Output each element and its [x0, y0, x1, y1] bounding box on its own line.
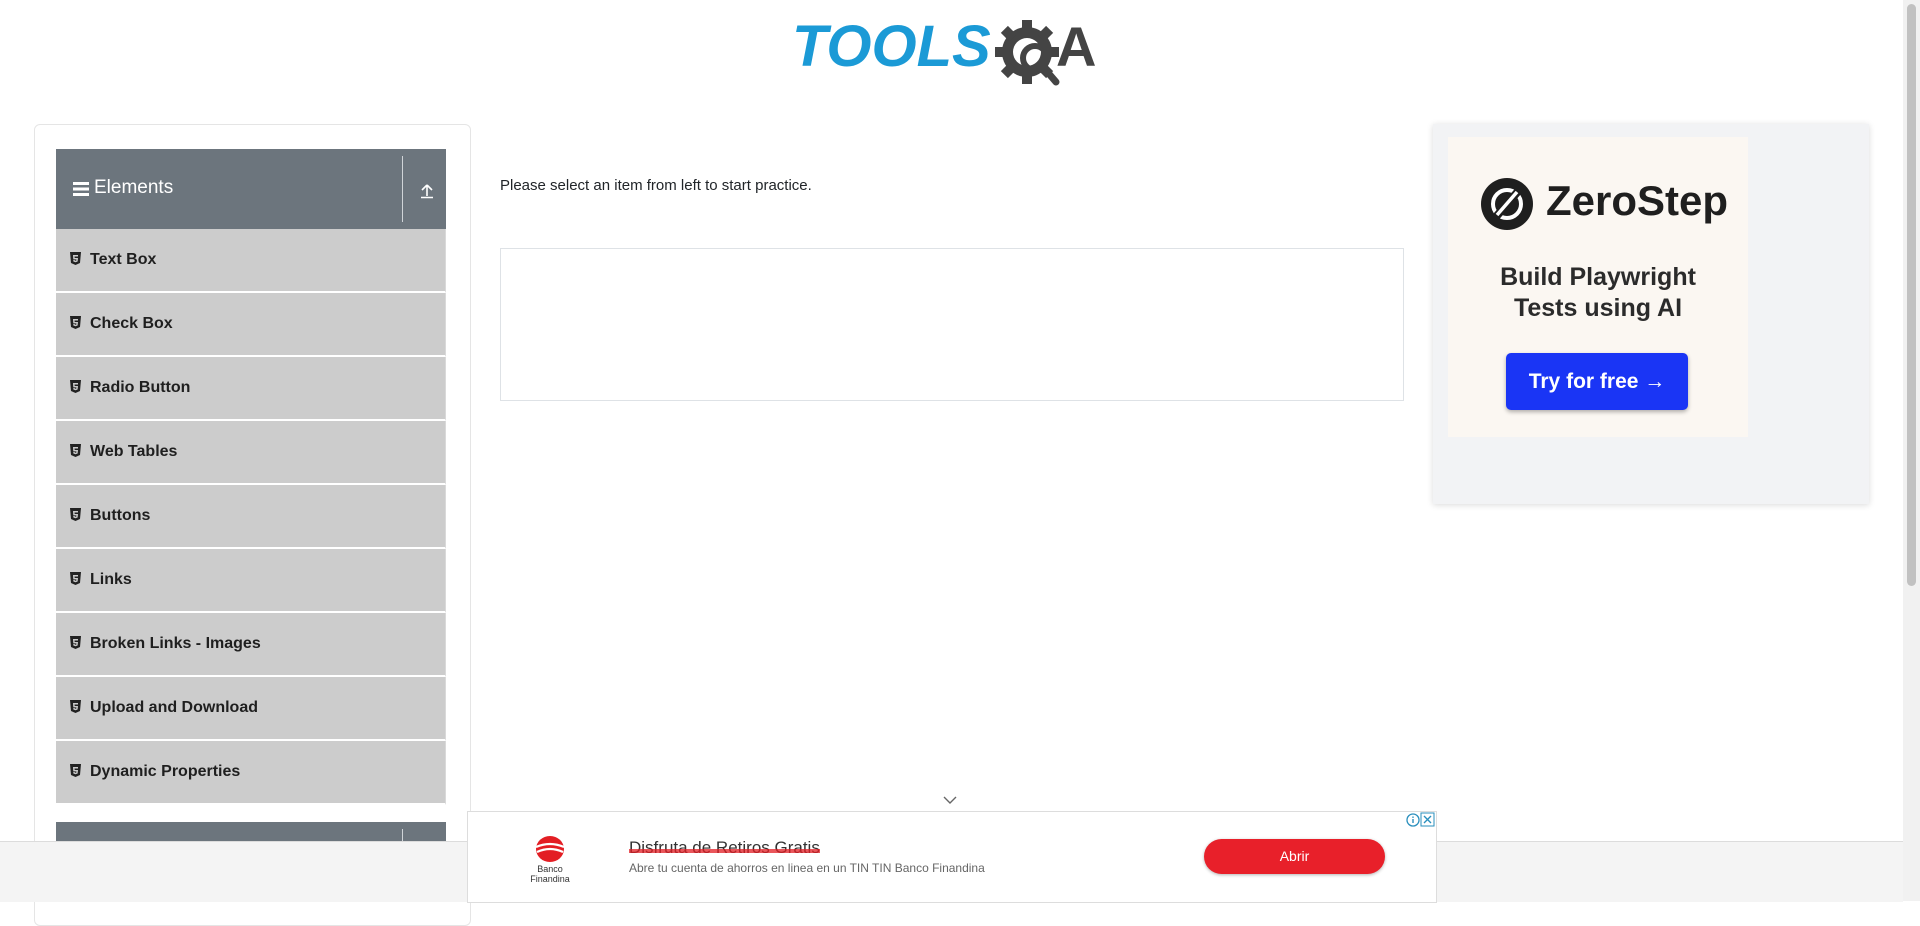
banco-finandina-logo-icon	[535, 836, 565, 862]
menu-item-label: Web Tables	[90, 443, 178, 460]
zerostep-tagline: Build Playwright Tests using AI	[1448, 262, 1748, 324]
menu-item-dynamic-properties[interactable]: Dynamic Properties	[56, 741, 446, 805]
html5-icon	[70, 444, 81, 457]
menu-item-radio-button[interactable]: Radio Button	[56, 357, 446, 421]
menu-item-text-box[interactable]: Text Box	[56, 229, 446, 293]
collapse-up-icon[interactable]	[419, 183, 435, 199]
info-icon	[1406, 813, 1420, 827]
bottom-ad-title: Disfruta de Retiros Gratis	[629, 838, 820, 858]
header-divider	[402, 156, 403, 222]
menu-item-upload-and-download[interactable]: Upload and Download	[56, 677, 446, 741]
try-for-free-button[interactable]: Try for free →	[1506, 353, 1688, 410]
scrollbar-thumb[interactable]	[1907, 4, 1916, 586]
menu-item-buttons[interactable]: Buttons	[56, 485, 446, 549]
html5-icon	[70, 252, 81, 265]
html5-icon	[70, 508, 81, 521]
html5-icon	[70, 636, 81, 649]
close-icon	[1420, 812, 1435, 827]
abrir-button[interactable]: Abrir	[1204, 839, 1385, 874]
zerostep-ad-card: ZeroStep Build Playwright Tests using AI…	[1448, 137, 1748, 437]
bottom-ad-title-text: Disfruta de Retiros Gratis	[629, 838, 820, 857]
left-panel: Elements Text Box Check Box Radio Button…	[34, 124, 471, 926]
practice-instruction: Please select an item from left to start…	[500, 177, 812, 194]
menu-item-label: Upload and Download	[90, 699, 258, 716]
html5-icon	[70, 700, 81, 713]
elements-menu: Text Box Check Box Radio Button Web Tabl…	[56, 229, 446, 805]
zerostep-logo-icon	[1481, 178, 1533, 230]
tagline-line-2: Tests using AI	[1513, 294, 1683, 322]
html5-icon	[70, 380, 81, 393]
practice-content-area	[500, 248, 1404, 401]
toolsqa-logo[interactable]: TOOLS A QA	[790, 14, 1120, 92]
menu-item-links[interactable]: Links	[56, 549, 446, 613]
menu-item-label: Buttons	[90, 507, 151, 524]
chevron-down-icon[interactable]	[943, 796, 957, 804]
ad-choices-controls[interactable]	[1405, 812, 1435, 828]
html5-icon	[70, 316, 81, 329]
logo-text-qa: A	[1056, 15, 1096, 78]
tagline-line-1: Build Playwright	[1500, 263, 1696, 291]
html5-icon	[70, 572, 81, 585]
html5-icon	[70, 764, 81, 777]
brand-line-2: Finandina	[530, 874, 570, 884]
menu-item-label: Links	[90, 571, 132, 588]
menu-item-check-box[interactable]: Check Box	[56, 293, 446, 357]
brand-line-1: Banco	[537, 864, 563, 874]
bottom-ad-subtitle: Abre tu cuenta de ahorros en linea en un…	[629, 861, 985, 875]
page-scrollbar[interactable]	[1903, 0, 1920, 901]
menu-item-broken-links-images[interactable]: Broken Links - Images	[56, 613, 446, 677]
menu-item-label: Dynamic Properties	[90, 763, 241, 780]
group-header-elements[interactable]: Elements	[56, 149, 446, 230]
banco-finandina-name: Banco Finandina	[518, 864, 582, 884]
title-highlight-strike	[629, 849, 820, 853]
bottom-banner-ad[interactable]: Banco Finandina Disfruta de Retiros Grat…	[467, 811, 1437, 903]
zerostep-brand: ZeroStep	[1546, 177, 1729, 224]
group-title: Elements	[94, 177, 174, 198]
menu-item-label: Broken Links - Images	[90, 635, 261, 652]
menu-item-label: Text Box	[90, 251, 157, 268]
menu-item-label: Check Box	[90, 315, 173, 332]
hamburger-icon	[73, 182, 89, 196]
menu-item-web-tables[interactable]: Web Tables	[56, 421, 446, 485]
logo-text-tools: TOOLS	[792, 14, 991, 79]
menu-item-label: Radio Button	[90, 379, 191, 396]
zerostep-ad[interactable]: ZeroStep Build Playwright Tests using AI…	[1433, 124, 1869, 504]
